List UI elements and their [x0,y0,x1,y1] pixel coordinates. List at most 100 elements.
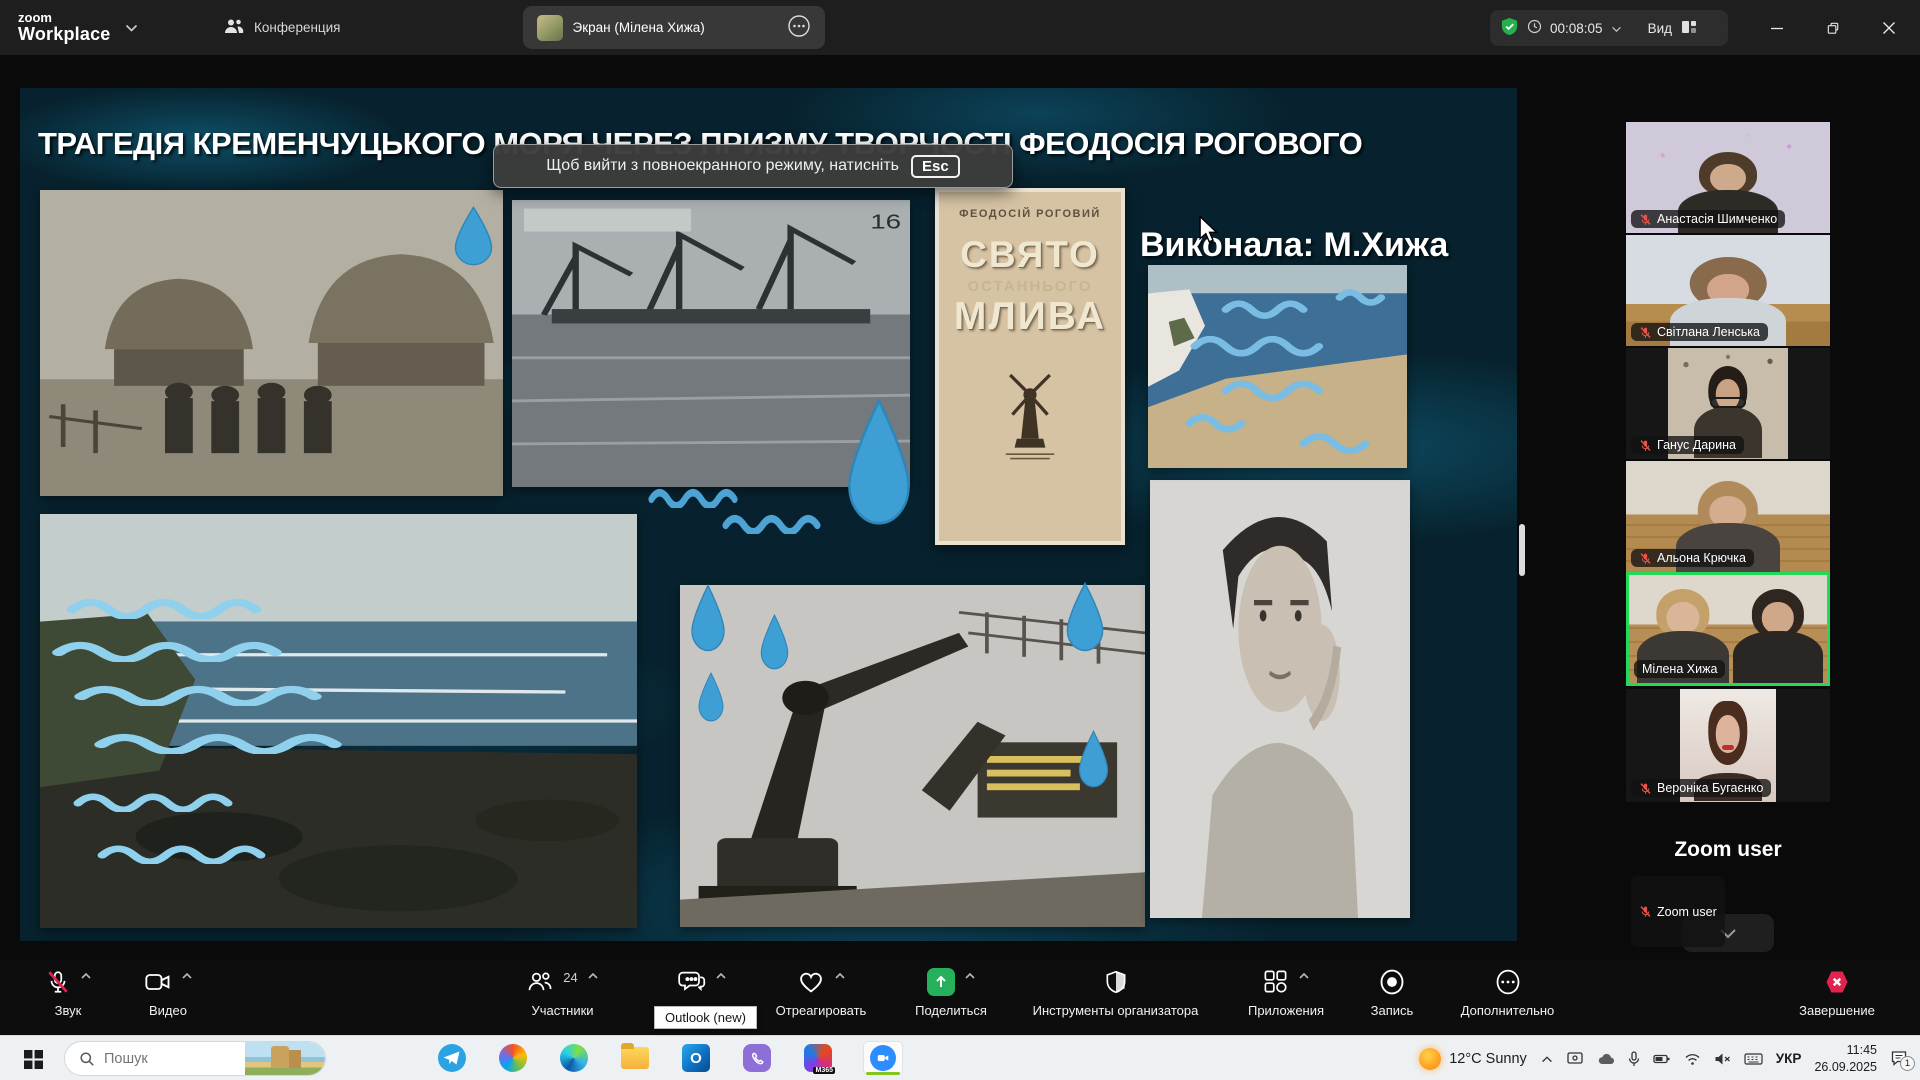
wave-icon [92,728,372,754]
zoom-workplace-logo: zoom Workplace [0,11,170,44]
view-layout-icon[interactable] [1680,18,1698,39]
participants-options-chevron[interactable] [587,972,599,980]
telegram-icon[interactable] [436,1042,468,1074]
outlook-icon[interactable]: O [680,1042,712,1074]
search-icon [79,1051,95,1067]
microphone-icon[interactable] [1628,1051,1640,1067]
video-options-chevron[interactable] [181,972,193,980]
participant-no-video-name: Zoom user [1626,838,1830,862]
record-label: Запись [1371,1003,1414,1018]
tab-conference[interactable]: Конференция [210,6,355,49]
viber-icon[interactable] [741,1042,773,1074]
wave-icon [50,636,310,662]
water-drop-icon [1063,582,1107,652]
logo-workplace: Workplace [18,25,111,44]
meeting-toolbar: Звук Видео 24 Участники [0,960,1920,1035]
active-app-indicator [866,1072,900,1075]
share-button[interactable]: Поделиться [896,968,1006,1018]
timer-chevron-icon[interactable] [1611,21,1622,36]
participant-nameplate: Альона Крючка [1631,549,1754,567]
record-icon [1378,968,1406,996]
participant-tile[interactable]: Ганус Дарина [1626,348,1830,459]
participant-tile[interactable]: Анастасія Шимченко [1626,122,1830,233]
chat-button[interactable] [662,968,742,998]
tray-chevron-up-icon[interactable] [1540,1053,1554,1065]
react-options-chevron[interactable] [834,972,846,980]
share-screen-icon [927,968,955,996]
book-title-line3: МЛИВА [939,295,1121,339]
participant-tile-active-speaker[interactable]: Мілена Хижа [1626,572,1830,686]
participant-tile[interactable]: Альона Крючка [1626,461,1830,572]
weather-sun-icon [1419,1048,1441,1070]
video-button[interactable]: Видео [118,968,218,1018]
taskbar-search[interactable] [64,1041,326,1076]
audio-options-chevron[interactable] [80,972,92,980]
mic-muted-icon [1639,782,1652,795]
search-daily-image[interactable] [245,1042,325,1075]
shared-screen-stage: ТРАГЕДІЯ КРЕМЕНЧУЦЬКОГО МОРЯ ЧЕРЕЗ ПРИЗМ… [0,55,1920,960]
chat-options-chevron[interactable] [715,972,727,980]
book-title-line2: ОСТАННЬОГО [939,278,1121,295]
copilot-icon[interactable] [497,1042,529,1074]
end-meeting-button[interactable]: Завершение [1782,968,1892,1018]
mic-muted-icon [1639,213,1652,226]
wave-icon [72,788,252,812]
apps-options-chevron[interactable] [1298,972,1310,980]
notification-badge: 1 [1900,1056,1915,1071]
tab-screen-share[interactable]: Экран (Мілена Хижа) [523,6,825,49]
slide-author: Виконала: М.Хижа [1140,226,1448,265]
host-tools-button[interactable]: Инструменты организатора [1018,968,1213,1018]
react-button[interactable]: Отреагировать [756,968,886,1018]
chat-icon [678,968,706,996]
water-drop-icon [1076,730,1111,788]
chevron-down-icon[interactable] [125,19,138,37]
restore-button[interactable] [1808,0,1858,55]
volume-muted-icon[interactable] [1714,1052,1731,1066]
record-button[interactable]: Запись [1352,968,1432,1018]
water-drop-icon [758,614,791,670]
end-label: Завершение [1799,1003,1875,1018]
touch-keyboard-icon[interactable] [1744,1052,1763,1066]
participant-nameplate: Світлана Ленська [1631,323,1768,341]
wave-icon [72,680,352,706]
edge-icon[interactable] [558,1042,590,1074]
apps-button[interactable]: Приложения [1226,968,1346,1018]
view-button-label[interactable]: Вид [1648,21,1672,36]
book-author: ФЕОДОСІЙ РОГОВИЙ [939,208,1121,220]
share-label: Поделиться [915,1003,987,1018]
photo-portrait [1150,480,1410,918]
share-options-chevron[interactable] [964,972,976,980]
m365-icon[interactable]: M365 [802,1042,834,1074]
meeting-info-pill[interactable]: 00:08:05 Вид [1490,10,1728,46]
windows-logo-icon [24,1050,43,1069]
more-button[interactable]: Дополнительно [1440,968,1575,1018]
start-button[interactable] [18,1044,48,1074]
participants-button[interactable]: 24 Участники [505,968,620,1018]
file-explorer-icon[interactable] [619,1042,651,1074]
react-label: Отреагировать [776,1003,867,1018]
onedrive-icon[interactable] [1597,1052,1615,1066]
wave-icon [648,484,748,508]
audio-button[interactable]: Звук [20,968,116,1018]
weather-widget[interactable]: 12°C Sunny [1419,1048,1527,1070]
windmill-illustration [997,349,1063,467]
minimize-button[interactable] [1752,0,1802,55]
participant-tile[interactable]: Світлана Ленська [1626,235,1830,346]
tab-more-icon[interactable] [787,14,811,41]
camera-icon [144,968,172,996]
close-button[interactable] [1864,0,1914,55]
notification-center[interactable]: 1 [1890,1050,1908,1067]
search-input[interactable] [104,1051,214,1067]
presentation-slide: ТРАГЕДІЯ КРЕМЕНЧУЦЬКОГО МОРЯ ЧЕРЕЗ ПРИЗМ… [20,88,1517,941]
wifi-icon[interactable] [1684,1052,1701,1066]
clock-widget[interactable]: 11:45 26.09.2025 [1814,1042,1877,1076]
scrollbar-thumb[interactable] [1519,524,1525,576]
battery-icon[interactable] [1653,1052,1671,1066]
lips [1722,745,1734,750]
participant-tile[interactable]: Вероніка Бугаєнко [1626,689,1830,802]
language-indicator[interactable]: УКР [1776,1051,1802,1066]
wave-icon [722,510,832,534]
cast-display-icon[interactable] [1567,1051,1584,1066]
zoom-app-icon-active[interactable] [863,1041,903,1075]
participants-count: 24 [563,970,577,985]
